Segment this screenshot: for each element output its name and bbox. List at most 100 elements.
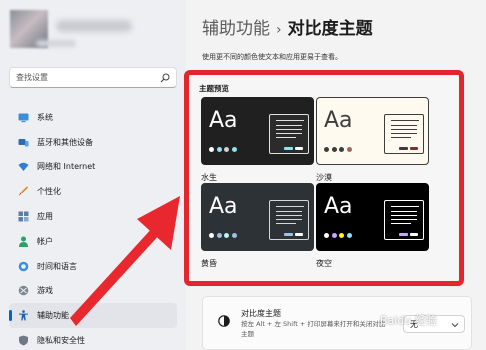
shield-icon	[19, 335, 28, 346]
sidebar-item-accessibility[interactable]: 辅助功能	[9, 303, 177, 329]
theme-color-dot	[231, 233, 237, 238]
theme-mini-line	[276, 125, 302, 127]
search-box[interactable]	[9, 67, 177, 88]
theme-mini-line	[391, 133, 417, 135]
theme-mini-line	[391, 223, 411, 225]
contrast-icon	[218, 315, 230, 327]
theme-color-dot	[339, 147, 344, 152]
theme-color-dot	[216, 233, 222, 238]
account-email-blurred	[36, 40, 76, 47]
theme-mini-line	[276, 215, 302, 217]
theme-color-dot	[346, 233, 352, 238]
watermark: Baidu 经验	[380, 314, 437, 327]
theme-tile-name: 夜空	[316, 259, 332, 268]
theme-tile-desert[interactable]: Aa 沙漠	[316, 97, 429, 183]
sidebar-item-label: 应用	[37, 212, 53, 222]
theme-color-dot	[331, 233, 337, 238]
theme-mini-button-primary	[399, 233, 408, 236]
theme-color-dot	[216, 147, 222, 152]
theme-mini-window	[269, 114, 309, 154]
theme-mini-line	[276, 206, 304, 208]
theme-color-dot	[346, 147, 352, 152]
breadcrumb-separator: ›	[276, 22, 282, 38]
brush-icon	[19, 186, 29, 197]
theme-tile-dusk[interactable]: Aa 黄昏	[201, 183, 314, 269]
sidebar-item-label: 个性化	[37, 187, 61, 197]
sidebar-item-privacy[interactable]: 隐私和安全性	[9, 328, 177, 350]
sidebar-item-label: 时间和语言	[37, 261, 77, 271]
sidebar-item-accounts[interactable]: 帐户	[9, 229, 177, 254]
theme-preview-image: Aa	[316, 97, 429, 165]
page-title: 对比度主题	[287, 19, 373, 39]
sidebar-item-bluetooth[interactable]: 蓝牙和其他设备	[9, 130, 177, 155]
sidebar-item-label: 蓝牙和其他设备	[37, 137, 93, 147]
theme-color-dot	[339, 233, 344, 238]
chevron-down-icon	[451, 323, 459, 328]
theme-color-dot	[209, 233, 214, 238]
theme-mini-button-primary	[284, 233, 293, 236]
theme-preview-heading: 主题预览	[199, 84, 229, 93]
theme-preview-image: Aa	[201, 183, 314, 251]
sidebar-item-time-language[interactable]: 时间和语言	[9, 254, 177, 279]
sidebar: 系统 蓝牙和其他设备 网络和 Internet 个性化	[0, 0, 186, 350]
theme-color-dot	[209, 147, 214, 152]
theme-mini-line	[276, 223, 296, 225]
breadcrumb-parent[interactable]: 辅助功能	[202, 19, 270, 39]
theme-tile-name: 黄昏	[201, 259, 217, 268]
theme-color-dot	[224, 147, 229, 152]
globe-clock-icon	[18, 261, 29, 271]
breadcrumb: 辅助功能 › 对比度主题	[202, 14, 373, 39]
sidebar-item-gaming[interactable]: 游戏	[9, 279, 177, 304]
theme-mini-window	[384, 114, 424, 154]
theme-tile-night-sky[interactable]: Aa 夜空	[316, 183, 429, 269]
theme-mini-line	[391, 120, 419, 122]
theme-sample-text: Aa	[324, 108, 353, 133]
theme-mini-line	[391, 125, 417, 127]
xbox-icon	[18, 286, 29, 296]
monitor-icon	[18, 113, 29, 123]
theme-mini-button-secondary	[295, 233, 303, 236]
apps-icon	[18, 211, 29, 222]
theme-sample-text: Aa	[209, 108, 238, 133]
sidebar-item-label: 系统	[37, 112, 53, 122]
bluetooth-devices-icon	[18, 138, 29, 147]
theme-mini-button-primary	[399, 147, 408, 150]
theme-color-dot	[224, 233, 229, 238]
sidebar-item-label: 游戏	[37, 286, 53, 296]
wifi-icon	[18, 163, 29, 172]
theme-mini-button-primary	[284, 147, 293, 150]
theme-mini-line	[276, 137, 296, 139]
account-name-blurred	[56, 20, 132, 32]
theme-mini-line	[276, 129, 302, 131]
contrast-setting-title: 对比度主题	[241, 309, 281, 318]
theme-mini-window	[269, 200, 309, 240]
theme-mini-button-secondary	[410, 147, 418, 150]
theme-color-dots	[209, 233, 239, 238]
theme-mini-line	[391, 215, 417, 217]
sidebar-item-apps[interactable]: 应用	[9, 204, 177, 229]
sidebar-item-label: 辅助功能	[37, 311, 69, 321]
theme-mini-line	[391, 137, 411, 139]
theme-mini-button-secondary	[295, 147, 303, 150]
sidebar-item-system[interactable]: 系统	[9, 105, 177, 130]
sidebar-item-label: 帐户	[37, 236, 53, 246]
theme-tile-name: 沙漠	[316, 173, 332, 182]
theme-mini-button-secondary	[410, 233, 418, 236]
theme-color-dot	[231, 147, 237, 152]
theme-tile-name: 水生	[201, 173, 217, 182]
sidebar-item-personalization[interactable]: 个性化	[9, 179, 177, 204]
theme-mini-line	[276, 120, 304, 122]
theme-sample-text: Aa	[209, 194, 238, 219]
theme-tile-aquatic[interactable]: Aa 水生	[201, 97, 314, 183]
theme-color-dot	[324, 233, 329, 238]
theme-mini-line	[391, 129, 417, 131]
theme-color-dots	[324, 233, 354, 238]
search-icon[interactable]	[160, 73, 170, 83]
main-content: 辅助功能 › 对比度主题 使用更不同的颜色使文本和应用更易于查看。 主题预览 Aa 水…	[184, 0, 486, 350]
sidebar-item-network[interactable]: 网络和 Internet	[9, 155, 177, 180]
theme-mini-line	[276, 219, 302, 221]
page-description: 使用更不同的颜色使文本和应用更易于查看。	[202, 53, 342, 61]
theme-color-dots	[209, 147, 239, 152]
search-input[interactable]	[16, 73, 160, 82]
theme-mini-line	[276, 211, 302, 213]
